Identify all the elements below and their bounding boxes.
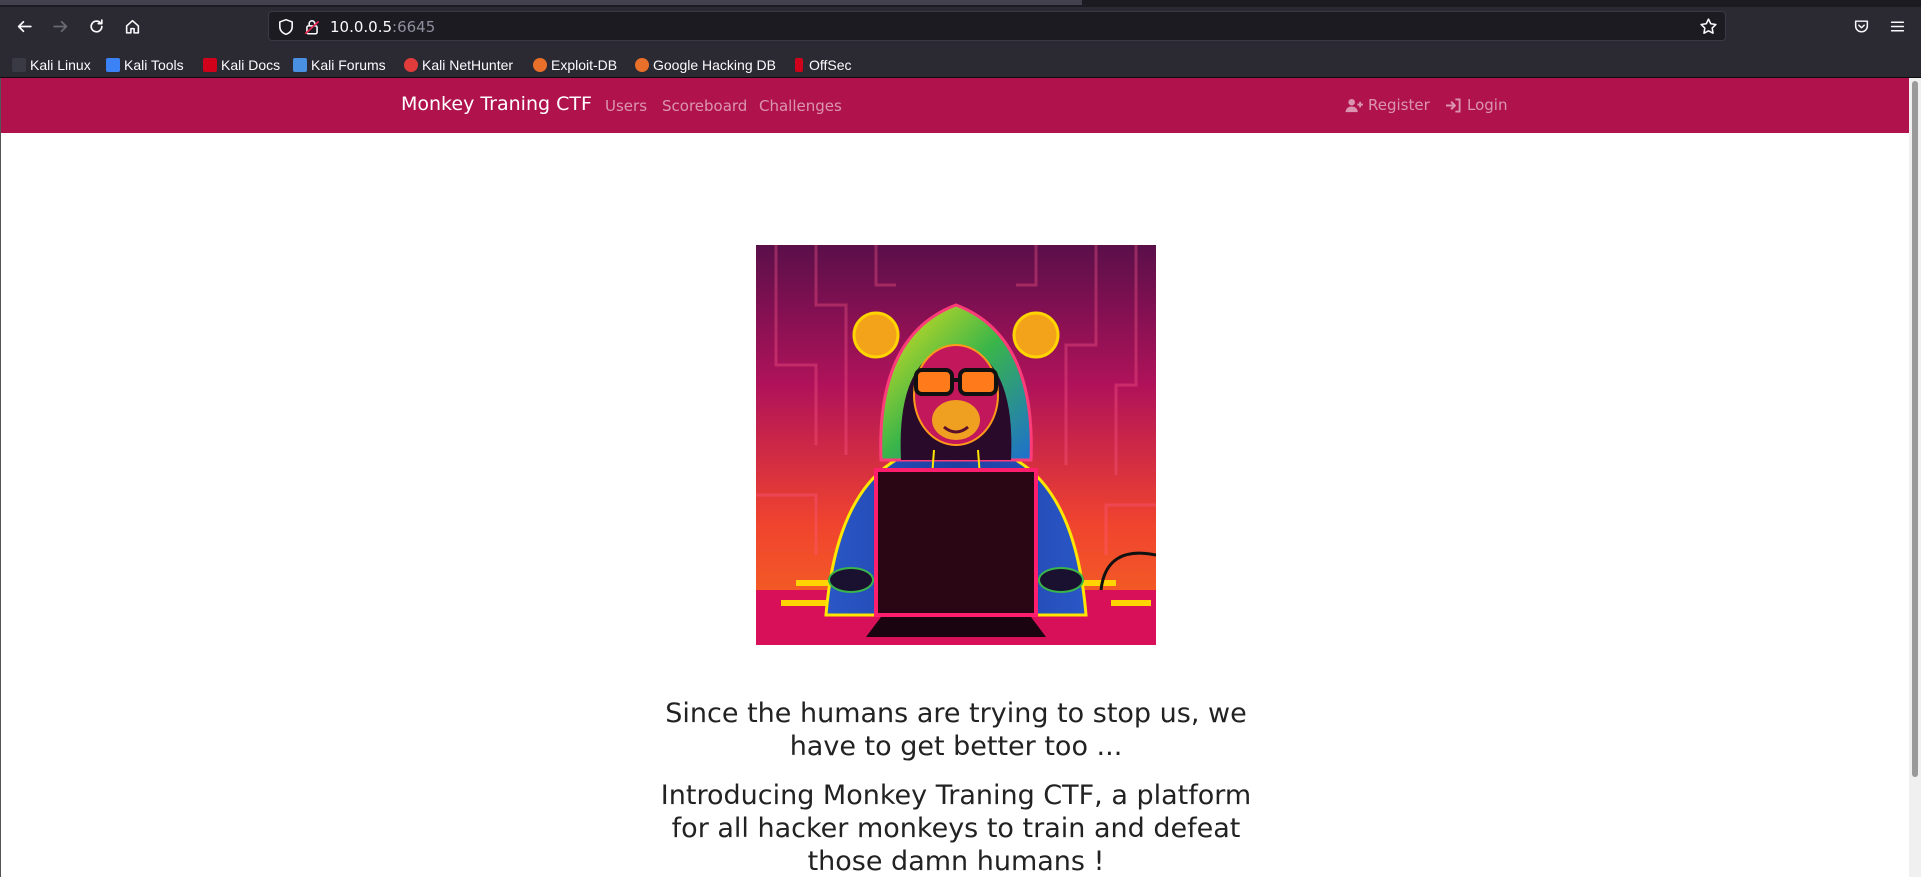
bookmark-kali-tools[interactable]: Kali Tools: [106, 54, 184, 76]
bookmark-google-hacking-db[interactable]: Google Hacking DB: [635, 54, 776, 76]
kali-docs-icon: [203, 58, 217, 72]
url-host: 10.0.0.5: [330, 18, 393, 36]
bookmark-label: Kali Forums: [311, 57, 386, 73]
login-label: Login: [1467, 96, 1508, 114]
bookmark-label: Kali NetHunter: [422, 57, 514, 73]
bookmark-exploit-db[interactable]: Exploit-DB: [533, 54, 617, 76]
register-label: Register: [1368, 96, 1430, 114]
register-link[interactable]: Register: [1345, 96, 1430, 114]
intro-paragraph-2: Introducing Monkey Traning CTF, a platfo…: [660, 780, 1252, 877]
bookmarks-toolbar: Kali Linux Kali Tools Kali Docs Kali For…: [0, 52, 1921, 78]
back-button[interactable]: [10, 12, 38, 40]
home-button[interactable]: [118, 12, 146, 40]
shield-icon[interactable]: [277, 18, 295, 36]
kali-tools-icon: [106, 58, 120, 72]
bookmark-label: Kali Docs: [221, 57, 281, 73]
scrollbar-thumb[interactable]: [1912, 81, 1918, 777]
bookmark-label: Exploit-DB: [551, 57, 618, 73]
url-text[interactable]: 10.0.0.5:6645: [330, 18, 435, 36]
arrow-left-icon: [17, 20, 32, 32]
forward-button[interactable]: [46, 12, 74, 40]
intro-paragraph-1: Since the humans are trying to stop us, …: [665, 698, 1247, 762]
browser-toolbar: 10.0.0.5:6645: [0, 0, 1921, 52]
bookmark-kali-forums[interactable]: Kali Forums: [293, 54, 386, 76]
page-viewport: Monkey Traning CTF Users Scoreboard Chal…: [0, 78, 1921, 877]
address-bar[interactable]: 10.0.0.5:6645: [268, 11, 1726, 41]
hamburger-menu-icon: [1890, 20, 1904, 32]
nethunter-icon: [404, 58, 418, 72]
ghdb-icon: [635, 58, 649, 72]
bookmark-label: Kali Tools: [124, 57, 184, 73]
hacker-monkey-illustration: [756, 245, 1156, 645]
site-brand[interactable]: Monkey Traning CTF: [401, 93, 592, 115]
menu-button[interactable]: [1884, 13, 1910, 39]
sign-in-icon: [1446, 97, 1461, 113]
home-icon: [125, 19, 139, 34]
pocket-icon: [1854, 19, 1868, 33]
bookmark-kali-linux[interactable]: Kali Linux: [12, 54, 91, 76]
bookmark-label: Google Hacking DB: [653, 57, 776, 73]
exploit-db-icon: [533, 58, 547, 72]
arrow-right-icon: [52, 20, 67, 32]
tab-strip: [0, 0, 1921, 7]
bookmark-label: OffSec: [809, 57, 852, 73]
reload-icon: [89, 18, 103, 33]
kali-dragon-icon: [12, 58, 26, 72]
nav-users[interactable]: Users: [605, 97, 647, 115]
nav-scoreboard[interactable]: Scoreboard: [662, 97, 747, 115]
nav-challenges[interactable]: Challenges: [759, 97, 842, 115]
bookmark-offsec[interactable]: OffSec: [795, 54, 852, 76]
url-port: :6645: [392, 18, 436, 36]
kali-forums-icon: [293, 58, 307, 72]
bookmark-kali-nethunter[interactable]: Kali NetHunter: [404, 54, 513, 76]
active-tab-indicator[interactable]: [0, 0, 1082, 5]
user-plus-icon: [1345, 98, 1363, 112]
pocket-button[interactable]: [1848, 13, 1874, 39]
site-navbar: Monkey Traning CTF Users Scoreboard Chal…: [1, 78, 1910, 133]
bookmark-star-icon[interactable]: [1699, 17, 1718, 36]
offsec-icon: [795, 58, 803, 72]
login-link[interactable]: Login: [1444, 96, 1507, 114]
bookmark-label: Kali Linux: [30, 57, 91, 73]
hacker-monkey-image: [756, 245, 1156, 645]
reload-button[interactable]: [82, 12, 110, 40]
lock-insecure-icon[interactable]: [303, 18, 321, 36]
bookmark-kali-docs[interactable]: Kali Docs: [203, 54, 280, 76]
page-scrollbar[interactable]: [1909, 78, 1921, 877]
